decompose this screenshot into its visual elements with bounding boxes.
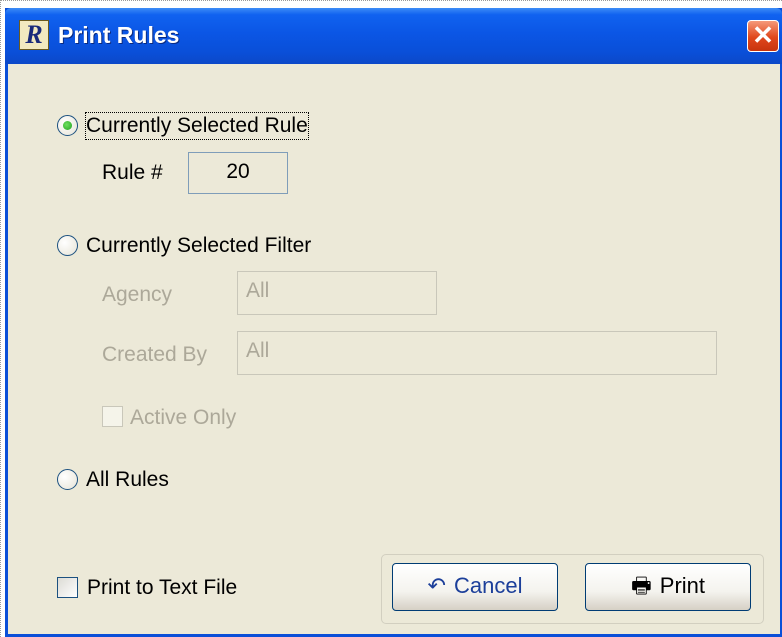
close-button[interactable]: ✕ (747, 20, 779, 52)
cancel-button-label: Cancel (453, 573, 523, 598)
radio-currently-selected-rule[interactable] (57, 115, 78, 136)
label-agency: Agency (102, 283, 173, 306)
rule-number-field[interactable]: 20 (188, 152, 288, 194)
app-logo-icon: R (19, 20, 49, 50)
print-button-label: Print (659, 573, 706, 598)
label-active-only: Active Only (130, 406, 237, 429)
agency-field: All (237, 271, 437, 315)
label-all-rules[interactable]: All Rules (86, 467, 169, 493)
label-currently-selected-rule[interactable]: Currently Selected Rule (85, 112, 309, 140)
print-rules-dialog: R Print Rules ✕ Currently Selected Rule … (5, 8, 782, 637)
cancel-button[interactable]: ↶ Cancel (392, 563, 558, 611)
dialog-title: Print Rules (58, 22, 180, 48)
print-button[interactable]: 🖶 Print (585, 563, 751, 611)
label-currently-selected-filter[interactable]: Currently Selected Filter (86, 233, 311, 259)
label-rule-number: Rule # (102, 161, 163, 184)
background-dotted-line-top (0, 0, 782, 5)
title-bar[interactable]: R Print Rules ✕ (5, 8, 782, 64)
radio-all-rules[interactable] (57, 469, 78, 490)
checkbox-active-only (102, 406, 123, 427)
undo-arrow-icon: ↶ (427, 573, 446, 598)
radio-currently-selected-filter[interactable] (57, 235, 78, 256)
label-created-by: Created By (102, 343, 208, 366)
created-by-field: All (237, 331, 717, 375)
button-panel: ↶ Cancel 🖶 Print (381, 554, 764, 624)
dialog-body: Currently Selected Rule Rule # 20 Curren… (8, 64, 780, 634)
label-print-to-text-file[interactable]: Print to Text File (87, 575, 237, 601)
printer-icon: 🖶 (630, 573, 652, 598)
checkbox-print-to-text-file[interactable] (57, 577, 78, 598)
